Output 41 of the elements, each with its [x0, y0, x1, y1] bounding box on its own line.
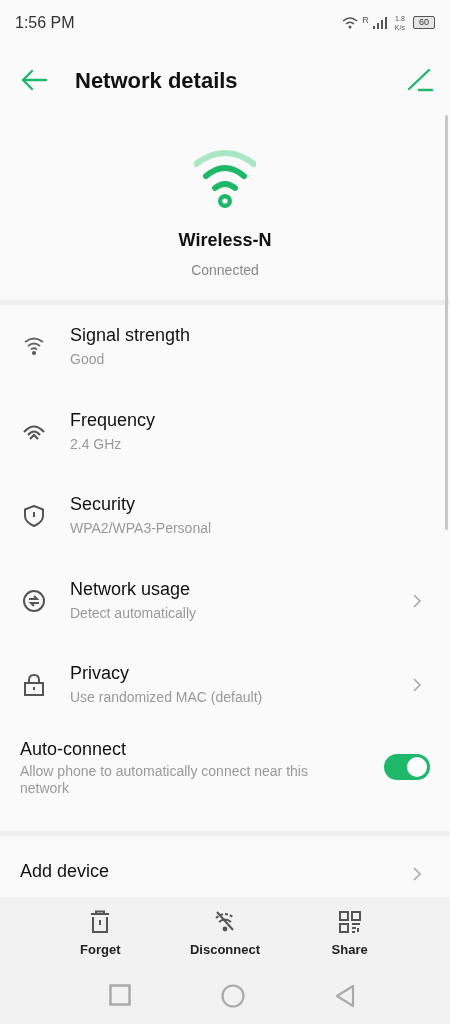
row-title: Privacy	[70, 662, 130, 685]
row-title: Frequency	[70, 408, 157, 431]
recent-apps-icon[interactable]	[109, 983, 131, 1006]
settings-row[interactable]: Privacy Use randomized MAC (default)	[0, 643, 450, 728]
connection-status: Connected	[191, 261, 259, 280]
action-button[interactable]: Disconnect	[175, 910, 275, 960]
row-title: Signal strength	[70, 324, 192, 347]
row-title: Network usage	[70, 577, 192, 600]
roaming-indicator: R	[362, 13, 369, 27]
chevron-right-icon	[412, 865, 422, 882]
signal-icon	[372, 16, 387, 29]
battery-indicator: 60	[413, 16, 435, 29]
action-button[interactable]: Share	[299, 910, 400, 960]
circle-arrows-icon	[22, 588, 46, 613]
chevron-right-icon	[412, 677, 422, 694]
wifi-icon	[194, 150, 256, 210]
row-subtitle: WPA2/WPA3-Personal	[70, 519, 213, 539]
settings-row[interactable]: Network usage Detect automatically	[0, 558, 450, 643]
row-subtitle: Use randomized MAC (default)	[70, 688, 264, 708]
row-title: Auto-connect	[20, 737, 128, 760]
row-subtitle: Good	[70, 350, 106, 370]
settings-row[interactable]: Add device	[0, 835, 450, 892]
row-subtitle: Allow phone to automatically connect near this network	[20, 762, 309, 797]
network-name: Wireless-N	[178, 229, 272, 252]
row-subtitle: Detect automatically	[70, 603, 198, 623]
edit-icon[interactable]	[407, 67, 433, 93]
qr-code-icon	[337, 910, 362, 934]
home-icon[interactable]	[221, 983, 245, 1008]
back-icon[interactable]	[335, 983, 355, 1008]
action-button[interactable]: Forget	[50, 910, 151, 960]
back-arrow-icon[interactable]	[20, 69, 48, 91]
shield-icon	[22, 504, 46, 529]
row-title: Security	[70, 493, 137, 516]
toggle-switch[interactable]	[384, 754, 430, 780]
lock-icon	[22, 673, 46, 698]
wifi-icon	[342, 16, 359, 29]
status-time: 1:56 PM	[15, 12, 75, 33]
wifi-off-icon	[213, 910, 237, 934]
row-subtitle: 2.4 GHz	[70, 434, 123, 454]
chevron-right-icon	[412, 592, 422, 609]
page-title: Network details	[75, 66, 239, 95]
